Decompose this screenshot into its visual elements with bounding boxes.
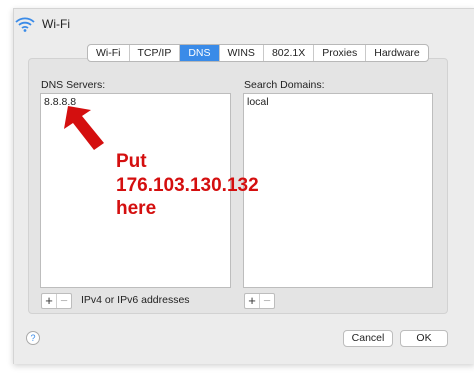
tab-proxies[interactable]: Proxies: [314, 45, 367, 61]
ok-button[interactable]: OK: [400, 330, 448, 347]
dns-servers-label: DNS Servers:: [41, 79, 106, 91]
tab-dns[interactable]: DNS: [180, 45, 220, 61]
tab-hardware[interactable]: Hardware: [366, 45, 428, 61]
dns-add-button[interactable]: +: [42, 294, 56, 308]
window-header: Wi-Fi: [14, 14, 70, 34]
tab-tcpip[interactable]: TCP/IP: [130, 45, 181, 61]
red-arrow-icon: [64, 106, 104, 150]
annotation-line-2: 176.103.130.132: [116, 174, 259, 196]
cancel-button[interactable]: Cancel: [343, 330, 393, 347]
annotation-line-3: here: [116, 198, 157, 219]
help-button[interactable]: ?: [26, 331, 40, 345]
search-remove-button[interactable]: −: [259, 294, 274, 308]
search-add-button[interactable]: +: [245, 294, 259, 308]
tab-bar: Wi-Fi TCP/IP DNS WINS 802.1X Proxies Har…: [87, 44, 429, 62]
wifi-icon: [15, 17, 35, 32]
search-domains-list[interactable]: local: [243, 93, 433, 288]
annotation-line-1: Put: [116, 151, 147, 172]
search-domain-entry[interactable]: local: [244, 94, 432, 110]
tab-8021x[interactable]: 802.1X: [264, 45, 315, 61]
instruction-annotation: Put 176.103.130.132 here: [116, 150, 259, 221]
search-add-remove: + −: [244, 293, 275, 309]
window-title: Wi-Fi: [42, 17, 70, 31]
search-domains-label: Search Domains:: [244, 79, 325, 91]
dns-add-remove: + −: [41, 293, 72, 309]
tab-wifi[interactable]: Wi-Fi: [88, 45, 130, 61]
dns-address-hint: IPv4 or IPv6 addresses: [81, 294, 190, 306]
tab-wins[interactable]: WINS: [220, 45, 264, 61]
dns-remove-button[interactable]: −: [56, 294, 71, 308]
